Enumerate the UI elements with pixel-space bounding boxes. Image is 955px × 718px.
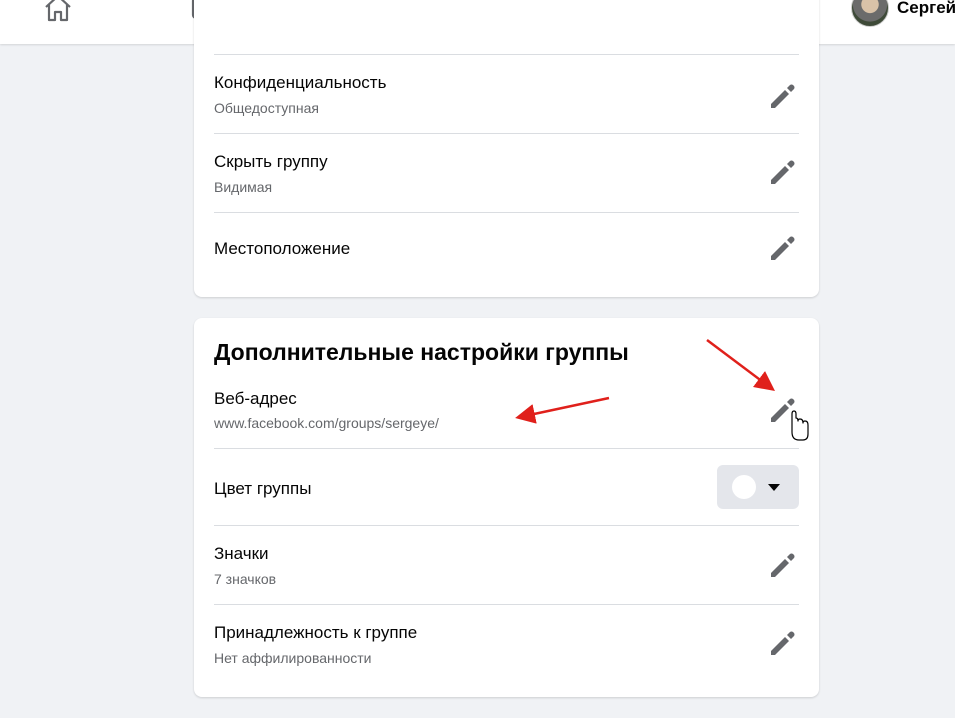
edit-location-button[interactable] xyxy=(767,232,799,264)
home-icon[interactable] xyxy=(42,0,74,24)
row-title: Конфиденциальность xyxy=(214,73,387,92)
row-title: Веб-адрес xyxy=(214,389,297,408)
profile-button[interactable]: Сергей xyxy=(851,0,955,28)
edit-affiliation-button[interactable] xyxy=(767,627,799,659)
row-title: Значки xyxy=(214,544,269,563)
avatar xyxy=(851,0,889,27)
group-color-dropdown[interactable] xyxy=(717,465,799,509)
row-title: Местоположение xyxy=(214,239,351,258)
pencil-icon xyxy=(771,398,795,422)
edit-hide-group-button[interactable] xyxy=(767,156,799,188)
pencil-icon xyxy=(771,631,795,655)
row-subtitle: 7 значков xyxy=(214,571,277,587)
profile-name: Сергей xyxy=(897,0,955,17)
row-subtitle: Общедоступная xyxy=(214,100,319,116)
divider xyxy=(214,604,799,605)
pencil-icon xyxy=(771,236,795,260)
row-title: Скрыть группу xyxy=(214,152,328,171)
divider xyxy=(214,212,799,213)
advanced-settings-card: Дополнительные настройки группы Веб-адре… xyxy=(194,318,819,697)
edit-privacy-button[interactable] xyxy=(767,80,799,112)
edit-badges-button[interactable] xyxy=(767,549,799,581)
divider xyxy=(214,133,799,134)
pencil-icon xyxy=(771,84,795,108)
row-title: Цвет группы xyxy=(214,479,312,498)
privacy-settings-card: Конфиденциальность Общедоступная Скрыть … xyxy=(194,0,819,297)
color-swatch xyxy=(732,475,756,499)
pencil-icon xyxy=(771,160,795,184)
divider xyxy=(214,448,799,449)
section-title: Дополнительные настройки группы xyxy=(214,339,629,365)
pencil-icon xyxy=(771,553,795,577)
edit-web-address-button[interactable] xyxy=(767,394,799,426)
divider xyxy=(214,54,799,55)
row-subtitle: www.facebook.com/groups/sergeye/ xyxy=(214,415,439,431)
row-subtitle: Видимая xyxy=(214,179,273,195)
divider xyxy=(214,525,799,526)
row-title: Принадлежность к группе xyxy=(214,623,418,642)
caret-down-icon xyxy=(768,484,780,491)
row-subtitle: Нет аффилированности xyxy=(214,650,372,666)
